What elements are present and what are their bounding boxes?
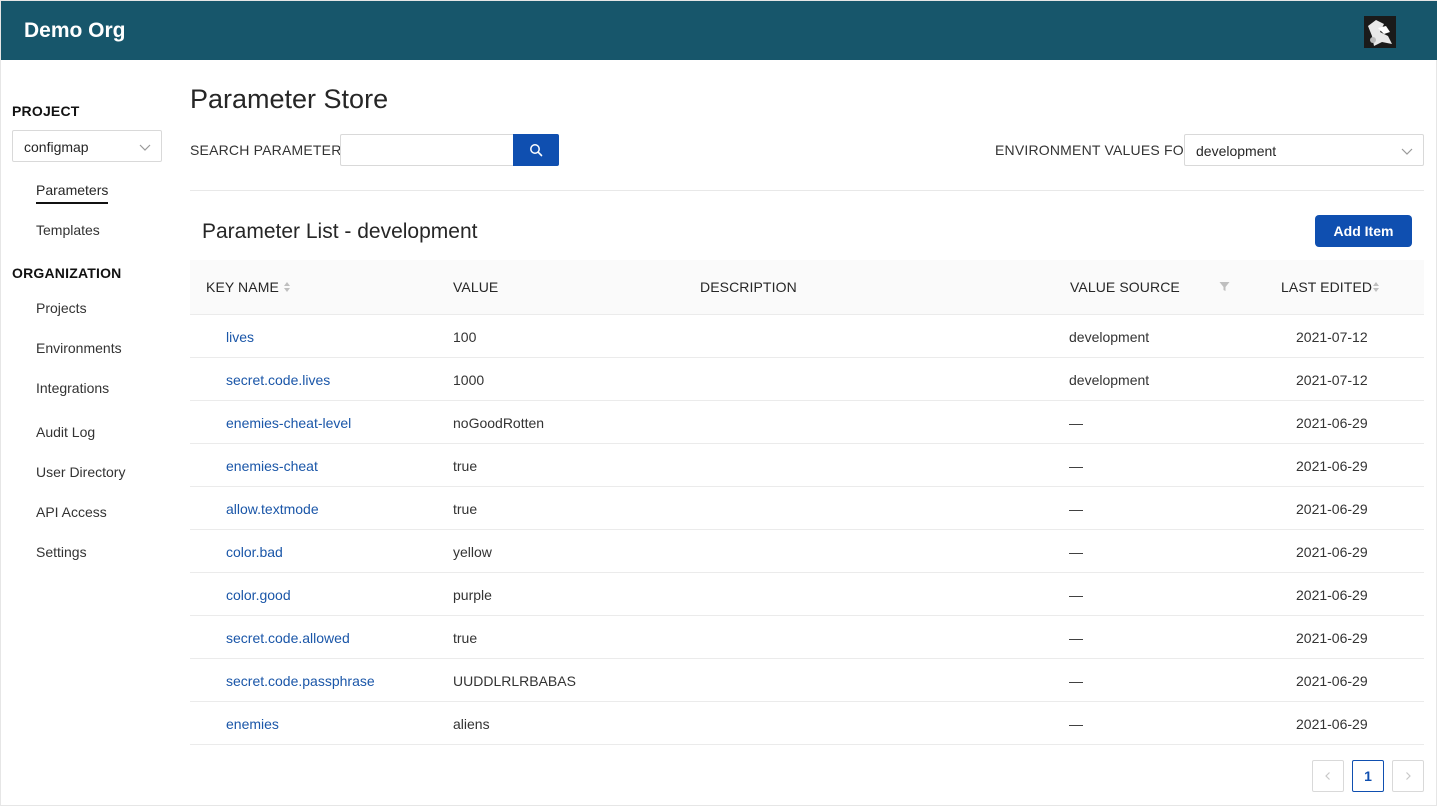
param-last-edited: 2021-07-12 xyxy=(1296,329,1368,345)
param-value: noGoodRotten xyxy=(453,415,545,431)
param-value: aliens xyxy=(453,716,490,732)
sidebar-item-api-access[interactable]: API Access xyxy=(36,504,107,520)
param-value-source: — xyxy=(1069,415,1083,431)
table-row: secret.code.allowed true — 2021-06-29 xyxy=(190,616,1424,659)
param-value: purple xyxy=(453,587,492,603)
param-last-edited: 2021-06-29 xyxy=(1296,673,1368,689)
sidebar-item-settings[interactable]: Settings xyxy=(36,544,87,560)
filter-icon[interactable] xyxy=(1219,281,1230,292)
param-last-edited: 2021-06-29 xyxy=(1296,716,1368,732)
param-value: true xyxy=(453,630,478,646)
organization-heading: ORGANIZATION xyxy=(12,265,122,281)
sort-icon[interactable] xyxy=(1372,280,1380,294)
sidebar-item-user-directory[interactable]: User Directory xyxy=(36,464,125,480)
project-heading: PROJECT xyxy=(12,103,80,119)
param-value-source: — xyxy=(1069,458,1083,474)
page-title: Parameter Store xyxy=(190,84,389,114)
sidebar-item-audit-log[interactable]: Audit Log xyxy=(36,424,95,440)
param-key-link[interactable]: enemies-cheat xyxy=(226,458,318,474)
chevron-right-icon xyxy=(1406,772,1411,780)
chevron-down-icon xyxy=(139,144,151,151)
top-bar: Demo Org xyxy=(1,1,1437,60)
project-select[interactable]: configmap xyxy=(12,130,162,162)
parameter-table: KEY NAME VALUE DESCRIPTION VALUE SOURCE … xyxy=(190,260,1424,745)
search-icon xyxy=(530,144,543,157)
search-input[interactable] xyxy=(340,134,514,166)
chevron-left-icon xyxy=(1325,772,1330,780)
table-row: secret.code.lives 1000 development 2021-… xyxy=(190,358,1424,401)
table-row: color.bad yellow — 2021-06-29 xyxy=(190,530,1424,573)
sidebar-item-parameters[interactable]: Parameters xyxy=(36,182,109,204)
param-last-edited: 2021-06-29 xyxy=(1296,544,1368,560)
param-last-edited: 2021-06-29 xyxy=(1296,630,1368,646)
column-header-value-source: VALUE SOURCE xyxy=(1070,279,1180,295)
org-name: Demo Org xyxy=(24,19,126,42)
param-value-source: — xyxy=(1069,630,1083,646)
param-key-link[interactable]: secret.code.passphrase xyxy=(226,673,375,689)
divider xyxy=(190,190,1424,191)
sidebar-item-environments[interactable]: Environments xyxy=(36,340,122,356)
param-value-source: development xyxy=(1069,329,1150,345)
sidebar-item-integrations[interactable]: Integrations xyxy=(36,380,109,396)
param-value-source: development xyxy=(1069,372,1150,388)
environment-select-value: development xyxy=(1196,143,1277,159)
param-value: yellow xyxy=(453,544,492,560)
column-header-description: DESCRIPTION xyxy=(700,279,797,295)
param-key-link[interactable]: enemies xyxy=(226,716,279,732)
table-row: allow.textmode true — 2021-06-29 xyxy=(190,487,1424,530)
param-value: true xyxy=(453,501,478,517)
sidebar-item-templates[interactable]: Templates xyxy=(36,222,100,238)
param-value-source: — xyxy=(1069,501,1083,517)
column-header-last-edited[interactable]: LAST EDITED xyxy=(1281,279,1372,295)
param-key-link[interactable]: secret.code.allowed xyxy=(226,630,350,646)
environment-select[interactable]: development xyxy=(1184,134,1424,166)
param-last-edited: 2021-07-12 xyxy=(1296,372,1368,388)
column-header-value: VALUE xyxy=(453,279,499,295)
search-label: SEARCH PARAMETERS: xyxy=(190,142,356,158)
environment-label: ENVIRONMENT VALUES FOR: xyxy=(995,142,1199,158)
param-value: 100 xyxy=(453,329,477,345)
param-key-link[interactable]: lives xyxy=(226,329,254,345)
param-value-source: — xyxy=(1069,587,1083,603)
param-key-link[interactable]: color.good xyxy=(226,587,291,603)
param-last-edited: 2021-06-29 xyxy=(1296,415,1368,431)
pagination-prev-button[interactable] xyxy=(1312,760,1344,792)
sidebar-item-projects[interactable]: Projects xyxy=(36,300,87,316)
param-key-link[interactable]: allow.textmode xyxy=(226,501,319,517)
column-header-key-name[interactable]: KEY NAME xyxy=(206,279,279,295)
pagination-page-button[interactable]: 1 xyxy=(1352,760,1384,792)
sidebar: PROJECT configmap Parameters Templates O… xyxy=(1,60,176,806)
table-row: secret.code.passphrase UUDDLRLRBABAS — 2… xyxy=(190,659,1424,702)
param-value-source: — xyxy=(1069,673,1083,689)
param-value: true xyxy=(453,458,478,474)
param-last-edited: 2021-06-29 xyxy=(1296,458,1368,474)
table-row: enemies aliens — 2021-06-29 xyxy=(190,702,1424,745)
table-row: color.good purple — 2021-06-29 xyxy=(190,573,1424,616)
search-button[interactable] xyxy=(513,134,559,166)
param-last-edited: 2021-06-29 xyxy=(1296,587,1368,603)
sort-icon[interactable] xyxy=(283,280,291,294)
param-value-source: — xyxy=(1069,716,1083,732)
param-value: 1000 xyxy=(453,372,485,388)
param-key-link[interactable]: secret.code.lives xyxy=(226,372,330,388)
project-select-value: configmap xyxy=(24,139,89,155)
param-key-link[interactable]: color.bad xyxy=(226,544,283,560)
param-value-source: — xyxy=(1069,544,1083,560)
param-key-link[interactable]: enemies-cheat-level xyxy=(226,415,351,431)
param-last-edited: 2021-06-29 xyxy=(1296,501,1368,517)
table-row: enemies-cheat true — 2021-06-29 xyxy=(190,444,1424,487)
table-row: lives 100 development 2021-07-12 xyxy=(190,315,1424,358)
add-item-button[interactable]: Add Item xyxy=(1315,215,1412,247)
parameter-list-title: Parameter List - development xyxy=(202,220,478,243)
param-value: UUDDLRLRBABAS xyxy=(453,673,576,689)
table-row: enemies-cheat-level noGoodRotten — 2021-… xyxy=(190,401,1424,444)
app-window: Demo Org PROJECT configmap Parameters Te… xyxy=(0,0,1437,806)
user-avatar[interactable] xyxy=(1364,16,1396,48)
avatar-image-icon xyxy=(1364,16,1396,48)
pagination-next-button[interactable] xyxy=(1392,760,1424,792)
table-header: KEY NAME VALUE DESCRIPTION VALUE SOURCE … xyxy=(190,260,1424,315)
chevron-down-icon xyxy=(1401,148,1413,155)
